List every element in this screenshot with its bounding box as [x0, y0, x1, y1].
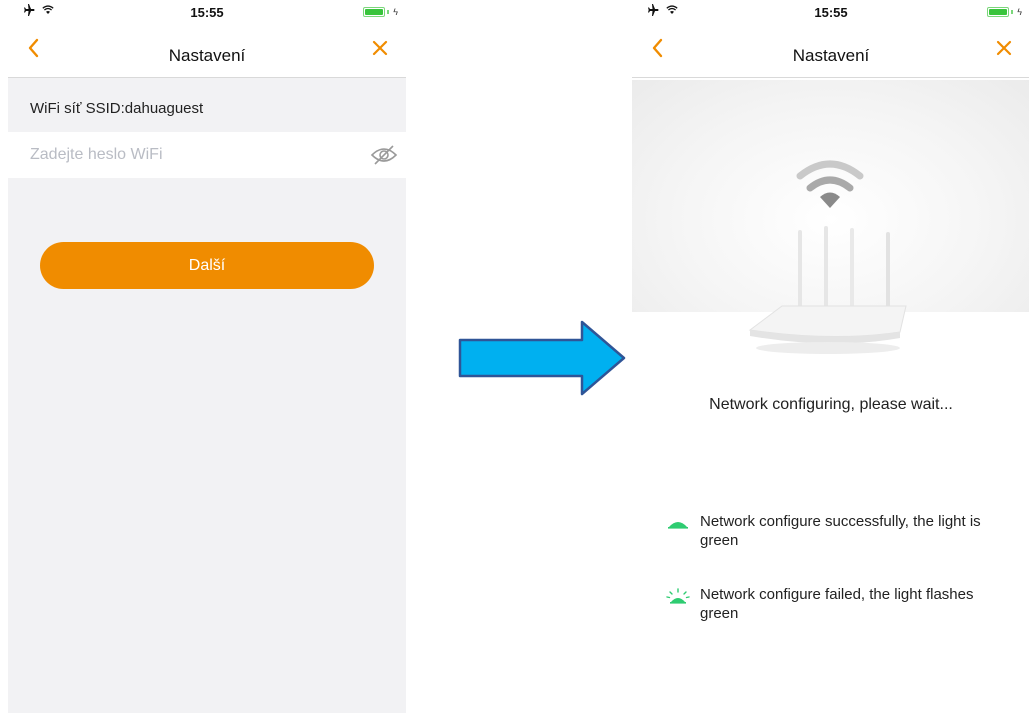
close-icon[interactable] — [368, 36, 392, 60]
green-lamp-steady-icon — [668, 522, 688, 529]
legend-item-success: Network configure successfully, the ligh… — [666, 512, 996, 550]
page-title: Nastavení — [792, 46, 870, 65]
page-title: Nastavení — [168, 46, 246, 65]
status-message: Network configuring, please wait... — [709, 396, 953, 413]
status-time: 15:55 — [190, 5, 224, 20]
green-lamp-flashing-icon — [666, 588, 690, 604]
close-icon[interactable] — [992, 36, 1016, 60]
next-button[interactable]: Další — [40, 242, 374, 289]
nav-bar: Nastavení — [632, 22, 1029, 78]
wifi-setup-screen: 15:55 ϟ Nastavení WiFi síť SSID:dahuague… — [8, 0, 406, 713]
nav-bar: Nastavení — [8, 22, 406, 78]
legend-item-failed: Network configure failed, the light flas… — [666, 585, 996, 623]
wifi-password-input[interactable] — [8, 132, 348, 178]
status-bar: 15:55 ϟ — [632, 0, 1029, 22]
transition-arrow-icon — [458, 320, 626, 396]
password-row — [8, 132, 406, 178]
battery-icon: ϟ — [363, 7, 398, 17]
network-configuring-screen: 15:55 ϟ Nastavení Network configuring, p… — [632, 0, 1029, 713]
battery-icon: ϟ — [987, 7, 1022, 17]
eye-hidden-icon[interactable] — [370, 142, 398, 168]
status-time: 15:55 — [814, 5, 848, 20]
legend-text: Network configure failed, the light flas… — [700, 586, 974, 622]
status-bar: 15:55 ϟ — [8, 0, 406, 22]
router-illustration — [632, 80, 1029, 380]
router-icon — [748, 160, 907, 354]
ssid-label: WiFi síť SSID:dahuaguest — [30, 100, 204, 117]
legend-text: Network configure successfully, the ligh… — [700, 513, 981, 549]
wifi-signal-icon — [796, 160, 864, 208]
